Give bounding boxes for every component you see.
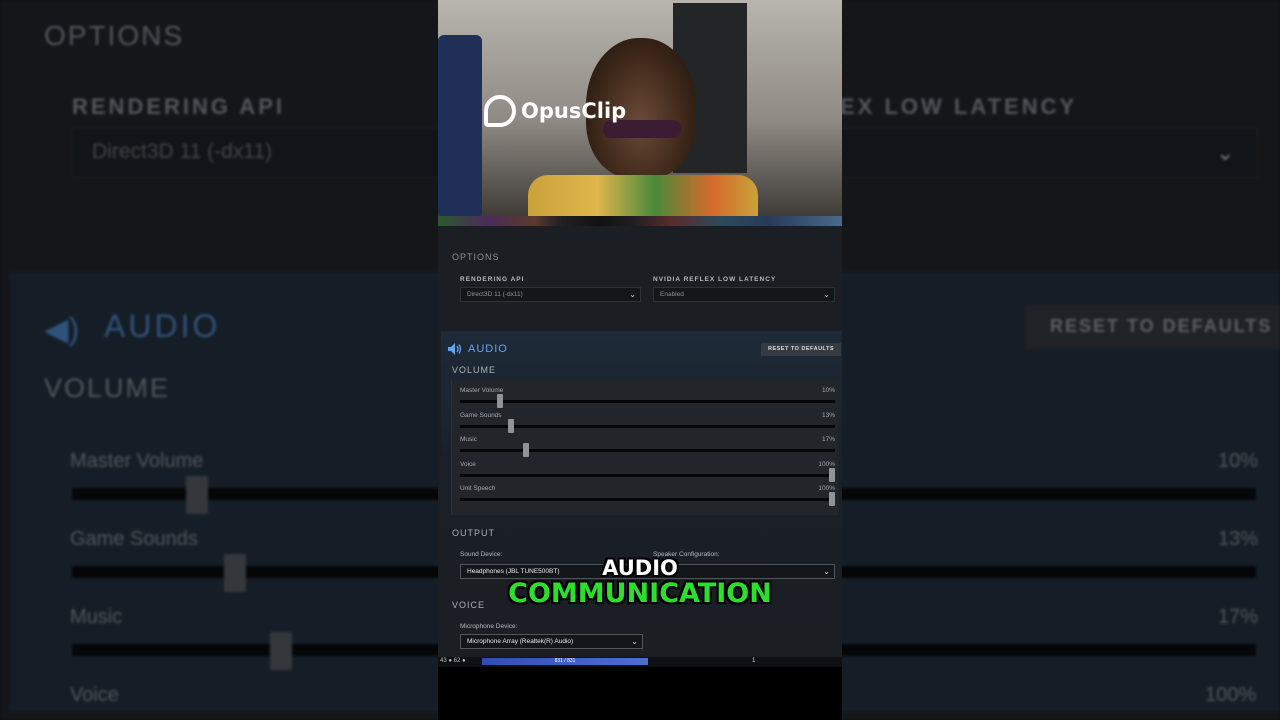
speaker-icon [448, 343, 462, 355]
slider-label: Voice [460, 461, 476, 468]
chevron-down-icon: ⌄ [631, 637, 638, 646]
audio-header: AUDIO [448, 343, 508, 355]
bg-audio-title: AUDIO [104, 308, 221, 344]
rendering-api-label: RENDERING API [460, 276, 525, 283]
audio-title: AUDIO [468, 343, 508, 355]
video-frame: OPTIONS RENDERING API EX LOW LATENCY Dir… [0, 0, 1280, 720]
microphone-value: Microphone Array (Realtek(R) Audio) [467, 638, 574, 645]
volume-slider[interactable]: Game Sounds 13% [460, 412, 835, 436]
webcam-feed: OpusClip [438, 0, 842, 218]
game-hud-bar: 43 ● 62 ● 831 / 831 1 [438, 657, 842, 667]
volume-slider[interactable]: Master Volume 10% [460, 387, 835, 411]
reflex-dropdown[interactable]: Enabled ⌄ [653, 287, 835, 302]
volume-slider[interactable]: Voice 100% [460, 461, 835, 485]
volume-slider[interactable]: Music 17% [460, 436, 835, 460]
volume-title: VOLUME [452, 365, 497, 375]
slider-label: Master Volume [460, 387, 504, 394]
hud-left-stats: 43 ● 62 ● [440, 658, 466, 664]
bg-master-value: 10% [1218, 450, 1259, 472]
bg-master-label: Master Volume [70, 450, 204, 472]
opusclip-mark-icon [484, 95, 516, 127]
hud-health-bar: 831 / 831 [482, 658, 648, 665]
bg-voice-label: Voice [70, 684, 119, 706]
slider-value: 10% [821, 387, 835, 394]
rendering-api-value: Direct3D 11 (-dx11) [467, 291, 523, 298]
slider-label: Game Sounds [460, 412, 502, 419]
slider-label: Unit Speech [460, 485, 496, 492]
video-column: OpusClip OPTIONS RENDERING API Direct3D … [438, 0, 842, 720]
slider-track[interactable] [460, 498, 835, 501]
caption-line-1: AUDIO [602, 556, 678, 580]
output-title: OUTPUT [452, 528, 495, 538]
slider-value: 100% [818, 485, 835, 492]
slider-handle[interactable] [497, 394, 503, 408]
slider-track[interactable] [460, 449, 835, 452]
bg-music-value: 17% [1218, 606, 1259, 628]
bg-voice-value: 100% [1205, 684, 1257, 706]
bg-master-knob [186, 476, 208, 514]
reflex-value: Enabled [660, 291, 684, 298]
options-title: OPTIONS [452, 252, 500, 262]
slider-value: 100% [818, 461, 835, 468]
chevron-down-icon: ⌄ [823, 290, 830, 299]
slider-track[interactable] [460, 474, 835, 477]
rendering-api-dropdown[interactable]: Direct3D 11 (-dx11) ⌄ [460, 287, 641, 302]
bg-rendering-label: RENDERING API [72, 94, 285, 119]
bg-music-knob [270, 632, 292, 670]
slider-track[interactable] [460, 400, 835, 403]
streamer-shirt [528, 175, 758, 218]
bg-game-value: 13% [1218, 528, 1259, 550]
slider-label: Music [460, 436, 477, 443]
microphone-label: Microphone Device: [460, 623, 518, 630]
volume-slider[interactable]: Unit Speech 100% [460, 485, 835, 509]
slider-handle[interactable] [829, 468, 835, 482]
bg-reset-label: RESET TO DEFAULTS [1050, 316, 1273, 336]
slider-track[interactable] [460, 425, 835, 428]
reset-to-defaults-button[interactable]: RESET TO DEFAULTS [761, 343, 841, 356]
chair [438, 35, 482, 218]
caption-line-2: COMMUNICATION [508, 578, 772, 609]
slider-handle[interactable] [508, 419, 514, 433]
bg-game-label: Game Sounds [70, 528, 198, 550]
hud-right-count: 1 [752, 658, 756, 664]
opusclip-logo: OpusClip [484, 95, 626, 127]
slider-value: 17% [821, 436, 835, 443]
opusclip-wordmark: OpusClip [521, 99, 627, 123]
bg-reflex-label: EX LOW LATENCY [840, 94, 1078, 119]
chevron-down-icon: ⌄ [629, 290, 636, 299]
bg-volume-title: VOLUME [44, 373, 171, 403]
bg-chevron-icon: ⌄ [1216, 140, 1235, 165]
slider-handle[interactable] [829, 492, 835, 506]
slider-value: 13% [821, 412, 835, 419]
bg-music-label: Music [70, 606, 123, 628]
bg-rendering-value: Direct3D 11 (-dx11) [92, 140, 273, 163]
reflex-label: NVIDIA REFLEX LOW LATENCY [653, 276, 777, 283]
slider-handle[interactable] [523, 443, 529, 457]
bg-speaker-icon: ◀) [44, 311, 80, 347]
bg-options-title: OPTIONS [44, 20, 185, 51]
microphone-dropdown[interactable]: Microphone Array (Realtek(R) Audio) ⌄ [460, 634, 643, 649]
